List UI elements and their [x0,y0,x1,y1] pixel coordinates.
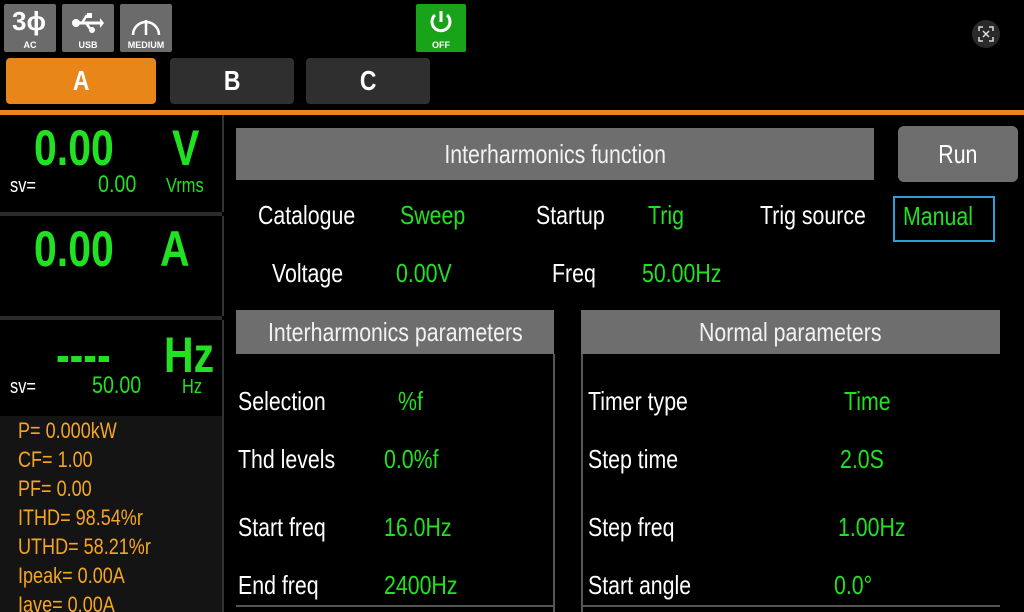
timer-type-label: Timer type [588,386,688,416]
power-icon [430,11,452,33]
panel-border [581,605,1000,607]
page-title: Interharmonics function [236,128,874,180]
selection-value[interactable]: %f [398,386,428,417]
screenshot-icon [978,26,994,42]
normal-parameters-header: Normal parameters [581,310,1000,354]
trig-source-value: Manual [903,201,973,231]
measurement-list: P= 0.000kW CF= 1.00 PF= 0.00 ITHD= 98.54… [0,416,224,612]
voltage-readout: 0.00 V sv= 0.00 Vrms [0,115,224,212]
current-unit: A [160,221,190,277]
screenshot-button[interactable] [972,20,1000,48]
voltage-setting-value[interactable]: 0.00V [396,258,464,289]
start-freq-label: Start freq [238,512,326,542]
catalogue-value[interactable]: Sweep [400,200,480,231]
selection-label: Selection [238,386,326,416]
tab-a-label: A [72,65,90,96]
voltage-sv-unit: Vrms [166,175,204,197]
frequency-sv-label: sv= [10,376,36,398]
catalogue-label: Catalogue [258,200,356,230]
tab-b-label: B [223,65,241,96]
panel-border [553,354,555,612]
thd-levels-value[interactable]: 0.0%f [384,444,451,475]
reading-ipeak: Ipeak= 0.00A [18,563,125,588]
usb-indicator[interactable]: USB [62,4,114,52]
power-caption: OFF [432,40,450,50]
reading-power: P= 0.000kW [18,418,117,443]
trig-source-field[interactable]: Manual [893,196,995,242]
tab-b[interactable]: B [170,58,294,104]
current-value: 0.00 [34,221,114,277]
reading-ithd: ITHD= 98.54%r [18,505,143,530]
voltage-sv-value: 0.00 [98,171,137,198]
run-button-label: Run [938,139,978,169]
timer-type-value[interactable]: Time [844,386,901,417]
trig-source-label: Trig source [760,200,866,230]
frequency-readout: ---- Hz sv= 50.00 Hz [0,320,224,416]
output-power-button[interactable]: OFF [416,4,466,52]
frequency-sv-unit: Hz [182,376,203,398]
start-angle-value[interactable]: 0.0° [834,570,881,601]
voltage-unit: V [172,120,200,176]
end-freq-value[interactable]: 2400Hz [384,570,474,601]
current-readout: 0.00 A [0,216,224,316]
voltage-value: 0.00 [34,120,114,176]
step-time-value[interactable]: 2.0S [840,444,894,475]
step-freq-value[interactable]: 1.00Hz [838,512,920,543]
phase-caption: AC [23,40,37,50]
panel-border [581,354,583,612]
run-button[interactable]: Run [898,126,1018,182]
freq-label: Freq [552,258,596,288]
reading-crest-factor: CF= 1.00 [18,447,93,472]
phase-indicator[interactable]: 3ϕ AC [4,4,56,52]
panel-border [236,605,554,607]
frequency-sv-value: 50.00 [92,372,142,399]
startup-label: Startup [536,200,605,230]
reading-power-factor: PF= 0.00 [18,476,92,501]
tab-a[interactable]: A [6,58,156,104]
interharmonics-parameters-header: Interharmonics parameters [236,310,554,354]
top-bar: 3ϕ AC USB MEDIUM OFF A B C [0,0,1024,110]
step-time-label: Step time [588,444,679,474]
end-freq-label: End freq [238,570,319,600]
reading-uthd: UTHD= 58.21%r [18,534,151,559]
phase-icon: 3ϕ [12,6,46,36]
gauge-icon [131,20,161,36]
freq-setting-value[interactable]: 50.00Hz [642,258,739,289]
start-angle-label: Start angle [588,570,692,600]
usb-icon [72,13,104,33]
medium-caption: MEDIUM [127,40,165,50]
startup-value[interactable]: Trig [648,200,692,231]
usb-caption: USB [78,40,98,50]
thd-levels-label: Thd levels [238,444,336,474]
reading-iave: Iave= 0.00A [18,592,115,612]
voltage-label: Voltage [272,258,344,288]
tab-c[interactable]: C [306,58,430,104]
step-freq-label: Step freq [588,512,675,542]
tab-c-label: C [359,65,377,96]
start-freq-value[interactable]: 16.0Hz [384,512,466,543]
voltage-sv-label: sv= [10,175,36,197]
medium-indicator[interactable]: MEDIUM [120,4,172,52]
